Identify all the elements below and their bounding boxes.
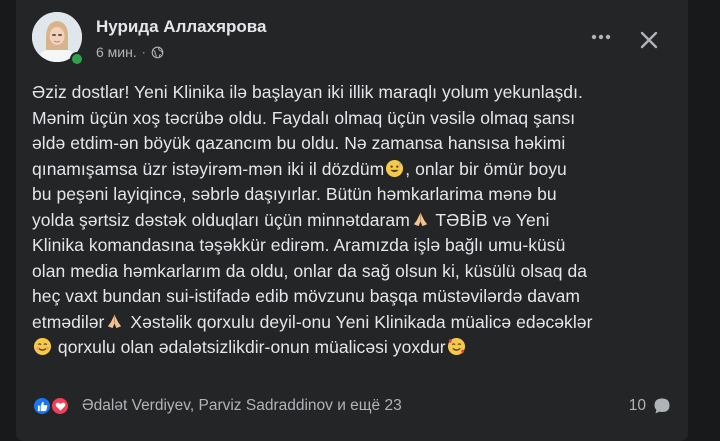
meta-separator: · (141, 45, 146, 59)
online-status-indicator (70, 52, 84, 66)
post-text-segment: yolda şərtsiz dəstək olduqları üçün minn… (32, 209, 410, 230)
folded-hands-emoji (413, 212, 427, 226)
smiling-hearts-emoji (447, 337, 465, 356)
post-text-line: bu peşəni layiqincə, səbrlə daşıyırlar. … (32, 184, 557, 204)
reactions-summary[interactable]: Ədalət Verdiyev, Parviz Sadraddinov и ещ… (32, 392, 672, 420)
post-text-line: yolda şərtsiz dəstək olduqları üçün minn… (32, 208, 682, 234)
comment-count[interactable]: 10 (629, 397, 646, 415)
post-header: Нурида Аллахярова 6 мин. · (16, 0, 688, 74)
reaction-icons[interactable] (32, 395, 76, 417)
post-text-line: Mənim üçün xoş təcrübə oldu. Faydalı olm… (32, 107, 576, 128)
post-text-line: əldə etdim-ən böyük qazancım bu oldu. Nə… (32, 133, 566, 153)
post-meta: 6 мин. · (96, 44, 164, 60)
love-icon (50, 396, 70, 416)
close-icon (640, 31, 658, 49)
close-button[interactable] (631, 22, 667, 58)
post-card: Нурида Аллахярова 6 мин. · Əziz dostlar!… (16, 0, 688, 441)
post-text-line: Klinika komandasına təşəkkür edirəm. Ara… (32, 235, 566, 255)
smiling-emoji (33, 337, 52, 356)
like-icon (32, 396, 52, 416)
more-options-button[interactable] (586, 22, 616, 52)
folded-hands-emoji (108, 314, 122, 328)
post-time[interactable]: 6 мин. (96, 44, 137, 60)
post-text-line: heç vaxt bundan sui-istifadə edib mövzun… (32, 286, 581, 306)
reaction-names[interactable]: Ədalət Verdiyev, Parviz Sadraddinov и ещ… (82, 397, 402, 415)
globe-icon[interactable] (151, 46, 164, 59)
post-text-segment: Xəstəlik qorxulu deyil-onu Yeni Klinikad… (125, 311, 593, 332)
comments-summary[interactable]: 10 (629, 392, 672, 420)
comment-bubble-icon (654, 398, 670, 414)
post-text-line: Əziz dostlar! Yeni Klinika ilə başlayan … (32, 82, 583, 102)
post-text-line: etmədilər Xəstəlik qorxulu deyil-onu Yen… (32, 310, 682, 336)
grinning-sweat-emoji (386, 159, 404, 177)
post-body: Əziz dostlar! Yeni Klinika ilə başlayan … (32, 80, 682, 361)
post-text-segment: qınamışamsa üzr istəyirəm-mən iki il döz… (32, 158, 385, 179)
more-dots-icon (591, 34, 611, 40)
post-text-segment: qorxulu olan ədalətsizlikdir-onun müalic… (53, 337, 446, 357)
post-text-line: qınamışamsa üzr istəyirəm-mən iki il döz… (32, 157, 682, 183)
post-text-segment: , onlar bir ömür boyu (405, 158, 567, 179)
post-text-segment: etmədilər (32, 311, 105, 332)
post-text-segment: TƏBİB və Yeni (430, 209, 550, 230)
author-name[interactable]: Нурида Аллахярова (96, 17, 266, 37)
post-text-line: olan media həmkarlarım da oldu, onlar da… (32, 260, 588, 281)
post-text-line: qorxulu olan ədalətsizlikdir-onun müalic… (32, 335, 682, 361)
